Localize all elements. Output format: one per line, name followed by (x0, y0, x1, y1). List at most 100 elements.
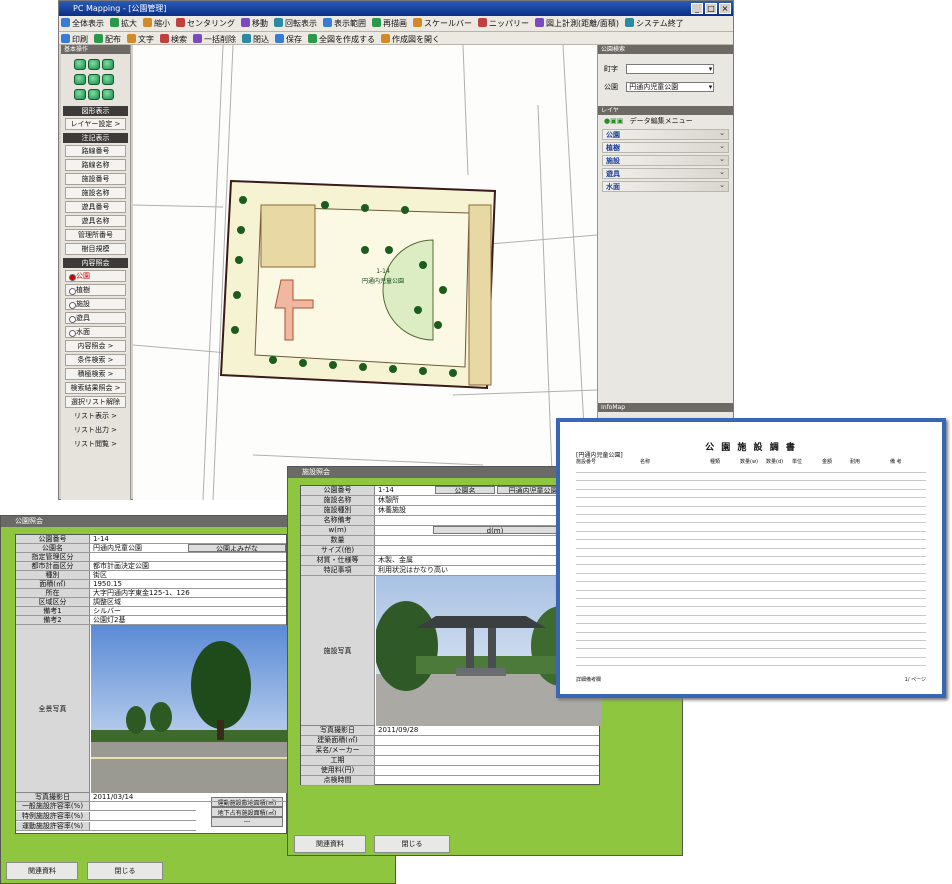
facility-related-button[interactable]: 関連資料 (294, 835, 366, 853)
zoom-icon[interactable] (88, 59, 100, 70)
layer-item[interactable]: 施設 (602, 154, 729, 166)
park-close-button[interactable]: 閉じる (87, 862, 163, 880)
zoom-icon[interactable] (102, 59, 114, 70)
toolbar-icon (381, 34, 390, 43)
facility-field-value (375, 546, 575, 554)
left-panel-button[interactable]: 路線番号 (65, 145, 126, 157)
left-panel-button[interactable]: 路線名称 (65, 159, 126, 171)
toolbar-button[interactable]: 保存 (273, 32, 306, 44)
left-panel-radio[interactable]: 水面 (65, 326, 126, 338)
toolbar-button-label: 拡大 (121, 19, 137, 28)
layer-item[interactable]: 水面 (602, 180, 729, 192)
left-panel-radio[interactable]: 遊具 (65, 312, 126, 324)
left-panel-button[interactable]: 条件検索 > (65, 354, 126, 366)
facility-field-extra[interactable]: d(m) (433, 526, 557, 534)
zoom-icon[interactable] (74, 74, 86, 85)
left-panel-button[interactable]: 遊具番号 (65, 201, 126, 213)
toolbar-button[interactable]: 文字 (125, 32, 158, 44)
layer-item[interactable]: 遊具 (602, 167, 729, 179)
facility-field-row: 工期 (301, 756, 599, 766)
report-row-line (576, 530, 926, 532)
facility-field-row: 施設名称 休憩所 (301, 496, 599, 506)
toolbar-button-label: 全体表示 (72, 19, 104, 28)
left-panel-button[interactable]: 積極検索 > (65, 368, 126, 380)
toolbar-button[interactable]: 全体表示 (59, 16, 108, 31)
toolbar-button[interactable]: 移動 (239, 16, 272, 31)
layer-item[interactable]: 植樹 (602, 141, 729, 153)
zoom-button-grid (73, 58, 121, 103)
toolbar-button[interactable]: 表示範囲 (321, 16, 370, 31)
left-panel-radio[interactable]: 公園 (65, 270, 126, 282)
facility-field-row: 公園番号 1-14 公園名 円通内児童公園 (301, 486, 599, 496)
toolbar-button[interactable]: 閉込 (240, 32, 273, 44)
facility-field-row: w(m) d(m) (301, 526, 599, 536)
toolbar-button[interactable]: 作成図を開く (379, 32, 444, 44)
zoom-icon[interactable] (74, 89, 86, 100)
maximize-button[interactable]: □ (705, 3, 717, 14)
park-related-button[interactable]: 関連資料 (6, 862, 78, 880)
minimize-button[interactable]: _ (691, 3, 703, 14)
toolbar-button[interactable]: 一括削除 (191, 32, 240, 44)
layer-tool-icons[interactable]: ●▣▣ (604, 117, 623, 125)
park-field-label: 都市計画区分 (16, 562, 90, 570)
ratio-extra-2[interactable]: --- (211, 817, 283, 827)
toolbar-button[interactable]: 図上計測(距離/面積) (533, 16, 623, 31)
toolbar-button[interactable]: 縮小 (141, 16, 174, 31)
zoom-icon[interactable] (102, 89, 114, 100)
toolbar-button[interactable]: システム終了 (623, 16, 688, 31)
toolbar-button-label: スケールバー (424, 19, 472, 28)
toolbar-button[interactable]: 全図を作成する (306, 32, 379, 44)
park-field-row: 都市計画区分 都市計画決定公園 (16, 562, 286, 571)
close-button[interactable]: × (719, 3, 731, 14)
toolbar-icon (241, 18, 250, 27)
report-row-line (576, 556, 926, 557)
park-field-row: 公園名 円通内児童公園 公園よみがな (16, 544, 286, 553)
left-panel-radio[interactable]: 施設 (65, 298, 126, 310)
facility-field-label: 数量 (301, 536, 375, 545)
map-canvas[interactable]: 1-14 円通内児童公園 (133, 45, 597, 500)
right-panel-header-infomap: InfoMap (598, 403, 733, 412)
toolbar-button[interactable]: 配布 (92, 32, 125, 44)
left-panel-button[interactable]: 内容照会 > (65, 340, 126, 352)
park-field-label: 種別 (16, 571, 90, 579)
left-panel-button[interactable]: 検索結果照会 > (65, 382, 126, 394)
data-edit-menu-label[interactable]: データ編集メニュー (630, 117, 693, 125)
park-field-extra[interactable]: 公園よみがな (188, 544, 286, 552)
toolbar-button[interactable]: 回転表示 (272, 16, 321, 31)
zoom-icon[interactable] (88, 74, 100, 85)
left-panel-radio[interactable]: 植樹 (65, 284, 126, 296)
data-edit-menu-row: ●▣▣ データ編集メニュー (598, 115, 733, 127)
left-panel-button[interactable]: 樹目規模 (65, 243, 126, 255)
facility-close-button[interactable]: 閉じる (374, 835, 450, 853)
park-photo-label: 全景写真 (16, 625, 90, 793)
park-field-value: 1950.15 (93, 580, 122, 588)
toolbar-button[interactable]: 拡大 (108, 16, 141, 31)
zoom-icon[interactable] (102, 74, 114, 85)
park-field-row: 面積(㎡) 1950.15 (16, 580, 286, 589)
zoom-icon[interactable] (88, 89, 100, 100)
left-panel-button[interactable]: レイヤー設定 > (65, 118, 126, 130)
facility-field-row: 呆名/メーカー (301, 746, 599, 756)
report-footer-right: 1/ ページ (904, 677, 926, 683)
facility-field-extra[interactable]: 公園名 (435, 486, 495, 494)
zoom-icon[interactable] (74, 59, 86, 70)
toolbar-button[interactable]: 検索 (158, 32, 191, 44)
left-panel-button[interactable]: 選択リスト解除 (65, 396, 126, 408)
toolbar-button[interactable]: スケールバー (411, 16, 476, 31)
toolbar-button[interactable]: ニッパリー (476, 16, 533, 31)
left-panel-link[interactable]: リスト閲覧 > (65, 438, 126, 450)
toolbar-button[interactable]: 再描画 (370, 16, 411, 31)
left-panel-button[interactable]: 遊具名称 (65, 215, 126, 227)
machi-select[interactable] (626, 64, 715, 74)
left-panel-link[interactable]: リスト出力 > (65, 424, 126, 436)
left-panel-button[interactable]: 管理所番号 (65, 229, 126, 241)
toolbar-button[interactable]: 印刷 (59, 32, 92, 44)
toolbar-button[interactable]: センタリング (174, 16, 239, 31)
left-panel-button[interactable]: 施設名称 (65, 187, 126, 199)
toolbar-icon (624, 18, 634, 27)
ratio-extra-1[interactable]: 地下占有施設面積(㎡) (211, 807, 283, 817)
park-select[interactable]: 円通内児童公園 (626, 82, 715, 92)
left-panel-button[interactable]: 施設番号 (65, 173, 126, 185)
left-panel-link[interactable]: リスト表示 > (65, 410, 126, 422)
layer-item[interactable]: 公園 (602, 128, 729, 140)
